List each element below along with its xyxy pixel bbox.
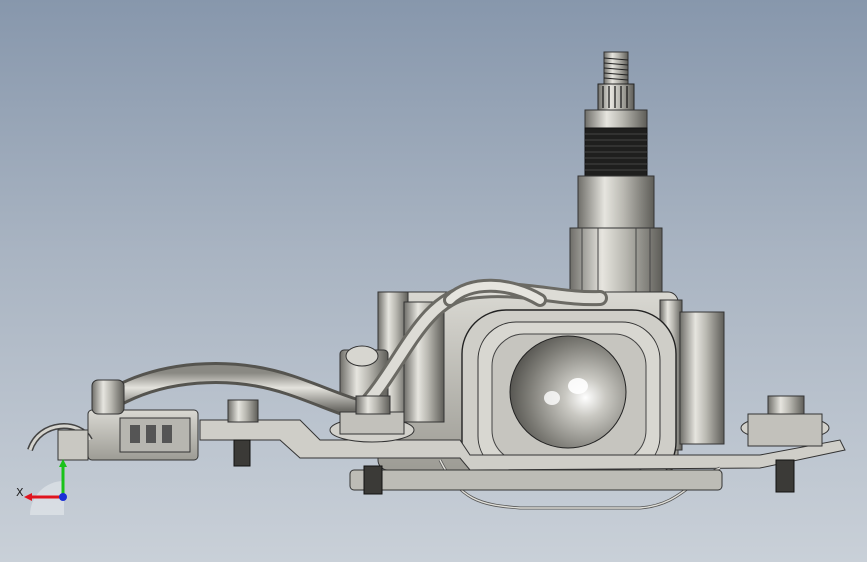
wiper-motor-model[interactable] [0,0,867,562]
bolt-right [740,395,830,493]
output-shaft [569,51,663,301]
axis-triad: X [16,459,67,515]
z-axis-dot [59,493,67,501]
y-axis-arrowhead [59,459,67,467]
x-axis-label: X [16,486,24,499]
cad-viewport[interactable]: X [0,0,867,562]
connector-plug [27,379,199,461]
x-axis-arrowhead [24,493,32,501]
